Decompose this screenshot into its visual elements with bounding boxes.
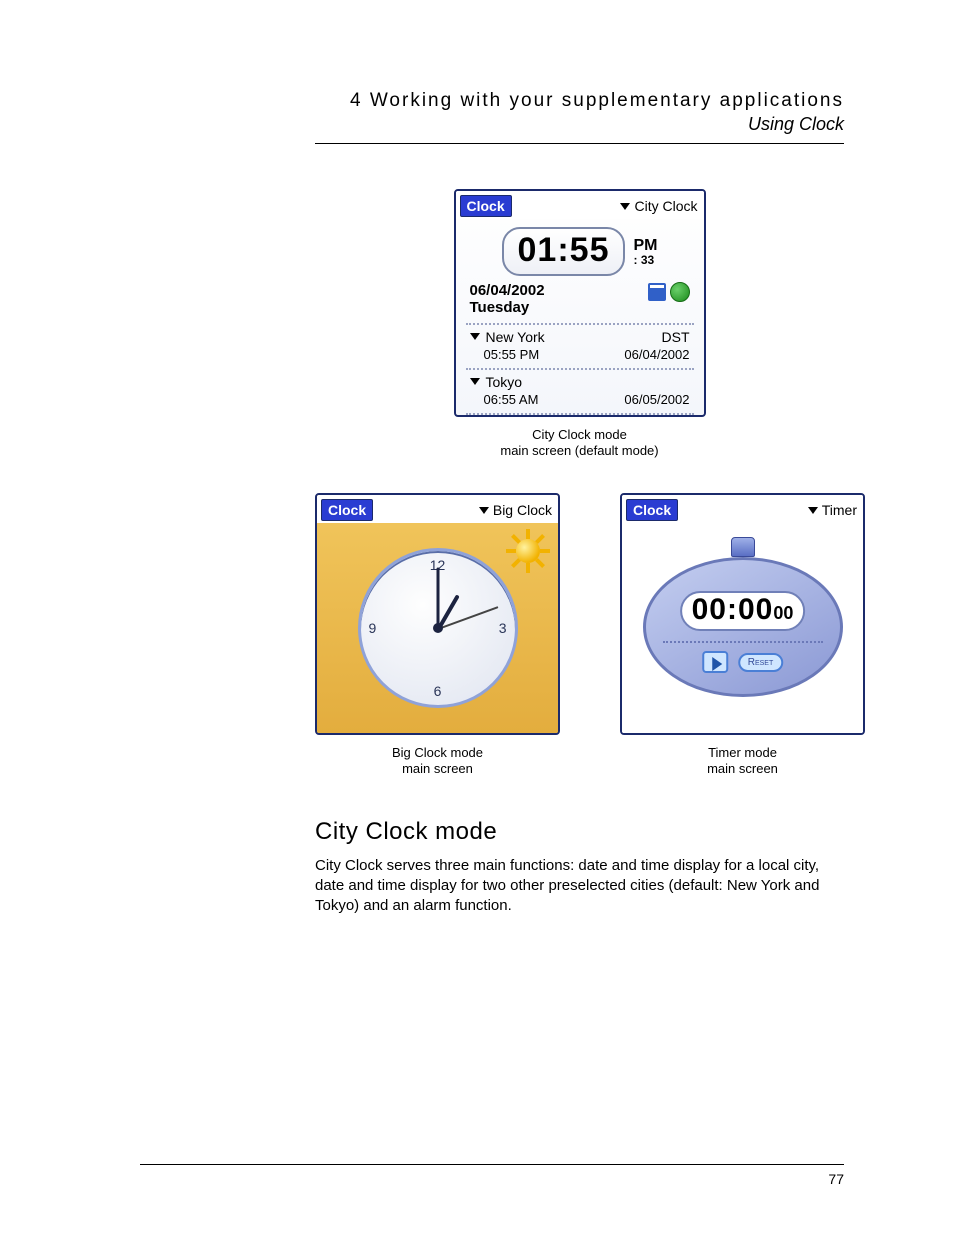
header-rule [315,143,844,144]
clock-center [433,623,443,633]
mode-dropdown[interactable]: Big Clock [479,502,552,518]
mode-dropdown-label: Big Clock [493,502,552,518]
figure-caption: Timer mode main screen [707,745,778,778]
sun-icon [506,529,550,573]
main-time-display: 01:55 [502,227,626,276]
app-badge: Clock [321,499,373,521]
timer-display: 00:00 00 [680,591,806,631]
timer-sub: 00 [773,603,793,624]
play-button[interactable] [702,651,728,673]
mode-dropdown-label: Timer [822,502,857,518]
timer-screenshot: Clock Timer 00:00 00 [620,493,865,735]
city-date: 06/04/2002 [624,347,689,362]
chevron-down-icon [479,507,489,514]
main-weekday: Tuesday [470,299,545,316]
app-badge: Clock [626,499,678,521]
mode-dropdown[interactable]: Timer [808,502,857,518]
city-row: Tokyo 06:55 AM 06/05/2002 [456,370,704,413]
analog-clock-face: 12 3 6 9 [358,548,518,708]
chevron-down-icon[interactable] [470,378,480,385]
main-time: 01:55 [518,231,610,270]
minute-hand [436,568,439,630]
numeral-9: 9 [369,620,377,636]
main-date: 06/04/2002 [470,282,545,299]
mode-dropdown-label: City Clock [634,198,697,214]
alarm-icon[interactable] [670,282,690,302]
footer-rule [140,1164,844,1165]
chevron-down-icon [620,203,630,210]
body-paragraph: City Clock serves three main functions: … [315,856,844,917]
city-date: 06/05/2002 [624,392,689,407]
seconds-label: : 33 [633,254,657,266]
city-row: New York DST 05:55 PM 06/04/2002 [456,325,704,368]
city-name[interactable]: New York [486,329,545,345]
section-title: Using Clock [315,114,844,135]
numeral-6: 6 [434,683,442,699]
chapter-title: 4 Working with your supplementary applic… [315,90,844,112]
big-clock-screenshot: Clock Big Clock [315,493,560,735]
numeral-3: 3 [499,620,507,636]
city-clock-screenshot: Clock City Clock 01:55 PM : 33 [454,189,706,417]
figure-caption: City Clock mode main screen (default mod… [500,427,658,460]
chevron-down-icon [808,507,818,514]
section-heading: City Clock mode [315,818,844,846]
page-number: 77 [828,1171,844,1187]
app-badge: Clock [460,195,512,217]
city-time: 05:55 PM [484,347,540,362]
page-header: 4 Working with your supplementary applic… [315,90,844,135]
figure-caption: Big Clock mode main screen [392,745,483,778]
city-time: 06:55 AM [484,392,539,407]
reset-button[interactable]: Reset [738,653,784,672]
city-badge: DST [662,329,690,345]
ampm-label: PM [633,238,657,254]
timer-main: 00:00 [692,593,774,627]
chevron-down-icon[interactable] [470,333,480,340]
calendar-icon[interactable] [648,283,666,301]
mode-dropdown[interactable]: City Clock [620,198,697,214]
divider [466,413,694,415]
city-name[interactable]: Tokyo [486,374,523,390]
stopwatch-icon: 00:00 00 Reset [643,553,843,703]
